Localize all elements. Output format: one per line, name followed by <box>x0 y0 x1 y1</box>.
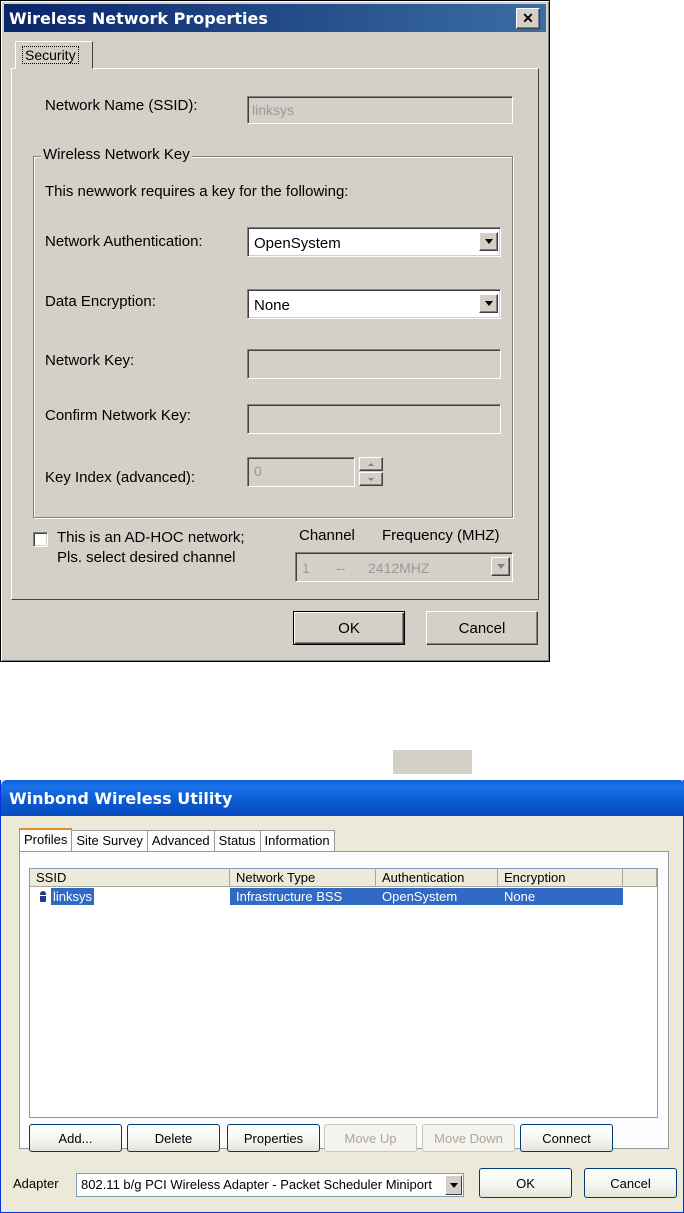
cancel-button[interactable]: Cancel <box>426 611 538 645</box>
move-down-button[interactable]: Move Down <box>422 1124 515 1152</box>
adapter-value: 802.11 b/g PCI Wireless Adapter - Packet… <box>81 1177 432 1192</box>
ok-label: OK <box>338 619 360 637</box>
profiles-list[interactable]: SSID Network Type Authentication Encrypt… <box>29 868 658 1118</box>
tab-security-label: Security <box>22 46 79 64</box>
column-header-spacer <box>623 869 657 887</box>
spin-down-button[interactable] <box>359 472 383 486</box>
column-header-authentication[interactable]: Authentication <box>376 869 498 887</box>
wireless-network-properties-dialog: Wireless Network Properties ✕ Security N… <box>0 0 550 662</box>
adapter-dropdown-button[interactable] <box>445 1175 462 1195</box>
utility-cancel-button[interactable]: Cancel <box>584 1168 677 1198</box>
utility-ok-button[interactable]: OK <box>479 1168 572 1198</box>
key-label: Network Key: <box>45 352 135 369</box>
adhoc-line1: This is an AD-HOC network; <box>57 529 245 546</box>
tab-security[interactable]: Security <box>15 41 93 69</box>
properties-button[interactable]: Properties <box>227 1124 320 1152</box>
chevron-down-icon <box>496 564 505 569</box>
ssid-value: linksys <box>51 888 95 905</box>
tab-site-survey[interactable]: Site Survey <box>71 830 148 851</box>
column-header-network-type[interactable]: Network Type <box>230 869 376 887</box>
frequency-label: Frequency (MHZ) <box>382 527 500 544</box>
ssid-label: Network Name (SSID): <box>45 97 198 114</box>
confirm-key-field[interactable] <box>247 404 501 434</box>
channel-select[interactable]: 1 -- 2412MHZ <box>295 552 513 582</box>
channel-value: 1 <box>302 560 310 576</box>
user-icon <box>40 891 46 902</box>
chevron-down-icon <box>484 239 493 244</box>
ssid-cell: linksys <box>30 888 230 905</box>
utility-titlebar: Winbond Wireless Utility <box>1 780 684 816</box>
encryption-cell: None <box>498 888 623 905</box>
chevron-down-icon <box>484 301 493 306</box>
ssid-field: linksys <box>247 96 513 124</box>
winbond-wireless-utility-window: Winbond Wireless Utility Profiles Site S… <box>0 780 684 1213</box>
connect-button[interactable]: Connect <box>520 1124 613 1152</box>
key-index-value: 0 <box>254 463 262 479</box>
adapter-label: Adapter <box>13 1176 59 1191</box>
auth-select[interactable]: OpenSystem <box>247 227 501 257</box>
close-button[interactable]: ✕ <box>516 8 540 29</box>
decorative-gray-block <box>393 750 472 774</box>
enc-label: Data Encryption: <box>45 293 156 310</box>
ssid-value: linksys <box>252 102 295 118</box>
utility-tabs: Profiles Site Survey Advanced Status Inf… <box>19 828 335 852</box>
adhoc-checkbox[interactable] <box>33 532 48 547</box>
requires-text: This newwork requires a key for the foll… <box>45 183 349 200</box>
auth-label: Network Authentication: <box>45 233 203 250</box>
chevron-down-icon <box>368 477 374 481</box>
index-label: Key Index (advanced): <box>45 469 196 486</box>
chevron-up-icon <box>368 462 374 466</box>
key-index-spinner[interactable] <box>357 457 385 487</box>
enc-dropdown-button[interactable] <box>479 294 498 313</box>
key-index-field[interactable]: 0 <box>247 457 355 487</box>
dialog-title: Wireless Network Properties <box>9 8 268 28</box>
enc-value: None <box>254 297 290 314</box>
tab-profiles[interactable]: Profiles <box>19 828 73 852</box>
auth-value: OpenSystem <box>254 235 341 252</box>
ok-button[interactable]: OK <box>293 611 405 645</box>
adapter-select[interactable]: 802.11 b/g PCI Wireless Adapter - Packet… <box>76 1173 464 1197</box>
chevron-down-icon <box>449 1182 458 1188</box>
delete-button[interactable]: Delete <box>127 1124 220 1152</box>
channel-label: Channel <box>299 527 355 544</box>
add-button[interactable]: Add... <box>29 1124 122 1152</box>
column-header-ssid[interactable]: SSID <box>30 869 230 887</box>
group-title: Wireless Network Key <box>41 146 192 163</box>
dialog-titlebar: Wireless Network Properties <box>4 4 546 32</box>
table-row[interactable]: linksys Infrastructure BSS OpenSystem No… <box>30 888 657 905</box>
adhoc-line2: Pls. select desired channel <box>57 549 236 566</box>
column-header-encryption[interactable]: Encryption <box>498 869 623 887</box>
frequency-value: 2412MHZ <box>368 560 430 576</box>
cancel-label: Cancel <box>458 619 506 637</box>
channel-dropdown-button[interactable] <box>491 557 510 576</box>
authentication-cell: OpenSystem <box>376 888 498 905</box>
channel-separator: -- <box>336 560 346 576</box>
utility-title: Winbond Wireless Utility <box>9 788 233 808</box>
tab-advanced[interactable]: Advanced <box>146 830 215 851</box>
network-type-cell: Infrastructure BSS <box>230 888 376 905</box>
enc-select[interactable]: None <box>247 289 501 319</box>
move-up-button[interactable]: Move Up <box>324 1124 417 1152</box>
spin-up-button[interactable] <box>359 457 383 471</box>
network-key-field[interactable] <box>247 349 501 379</box>
confirm-label: Confirm Network Key: <box>45 407 191 424</box>
tab-information[interactable]: Information <box>259 830 335 851</box>
auth-dropdown-button[interactable] <box>479 232 498 251</box>
close-icon: ✕ <box>522 10 534 26</box>
tab-status[interactable]: Status <box>213 830 261 851</box>
profiles-list-header: SSID Network Type Authentication Encrypt… <box>30 869 657 887</box>
